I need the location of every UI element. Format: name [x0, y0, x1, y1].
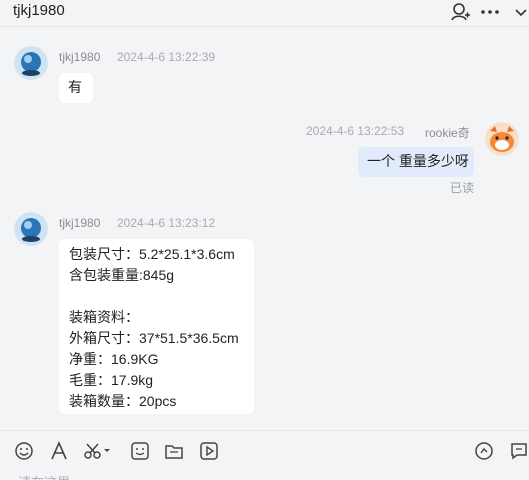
message-text: 有 — [68, 79, 82, 95]
more-icon[interactable] — [479, 1, 501, 23]
quick-reply-icon[interactable] — [474, 441, 494, 461]
message-text: 装箱资料： — [69, 309, 139, 325]
scissors-icon[interactable] — [83, 441, 113, 461]
font-icon[interactable] — [49, 441, 69, 461]
message-time: 2024-4-6 13:22:39 — [117, 50, 216, 64]
sender-name: rookie奇 — [425, 126, 470, 140]
message-input-hint[interactable]: 请在这里... — [18, 472, 81, 480]
sender-avatar[interactable] — [14, 46, 48, 80]
message-text: 包装尺寸：5.2*25.1*3.6cm — [69, 246, 235, 262]
message-bubble[interactable]: 有 — [59, 73, 93, 103]
video-icon[interactable] — [199, 441, 219, 461]
chat-title: tjkj1980 — [13, 2, 65, 19]
sticker-icon[interactable] — [130, 441, 150, 461]
message-time: 2024-4-6 13:22:53 — [306, 124, 405, 138]
message-bubble[interactable]: 包装尺寸：5.2*25.1*3.6cm 含包装重量:845g 装箱资料： 外箱尺… — [59, 239, 254, 414]
chat-history-icon[interactable] — [509, 441, 529, 461]
expand-icon[interactable] — [510, 1, 529, 23]
sender-name: tjkj1980 — [59, 216, 101, 230]
emoji-icon[interactable] — [14, 441, 34, 461]
message-text: 装箱数量：20pcs — [69, 393, 177, 409]
my-avatar[interactable] — [485, 122, 519, 156]
sender-name: tjkj1980 — [59, 50, 101, 64]
message-text: 毛重：17.9kg — [69, 372, 154, 388]
message-text: 一个 重量多少呀 — [367, 153, 469, 169]
message-text: 外箱尺寸：37*51.5*36.5cm — [69, 330, 239, 346]
read-status: 已读 — [450, 181, 475, 195]
message-text: 含包装重量:845g — [69, 267, 175, 283]
add-user-icon[interactable] — [449, 1, 471, 23]
toolbar-divider — [0, 430, 529, 431]
message-bubble[interactable]: 一个 重量多少呀 — [358, 147, 474, 177]
folder-icon[interactable] — [164, 441, 184, 461]
message-text — [69, 286, 244, 307]
message-time: 2024-4-6 13:23:12 — [117, 216, 216, 230]
chat-header: tjkj1980 — [0, 0, 529, 27]
sender-avatar[interactable] — [14, 212, 48, 246]
message-text: 净重：16.9KG — [69, 351, 159, 367]
